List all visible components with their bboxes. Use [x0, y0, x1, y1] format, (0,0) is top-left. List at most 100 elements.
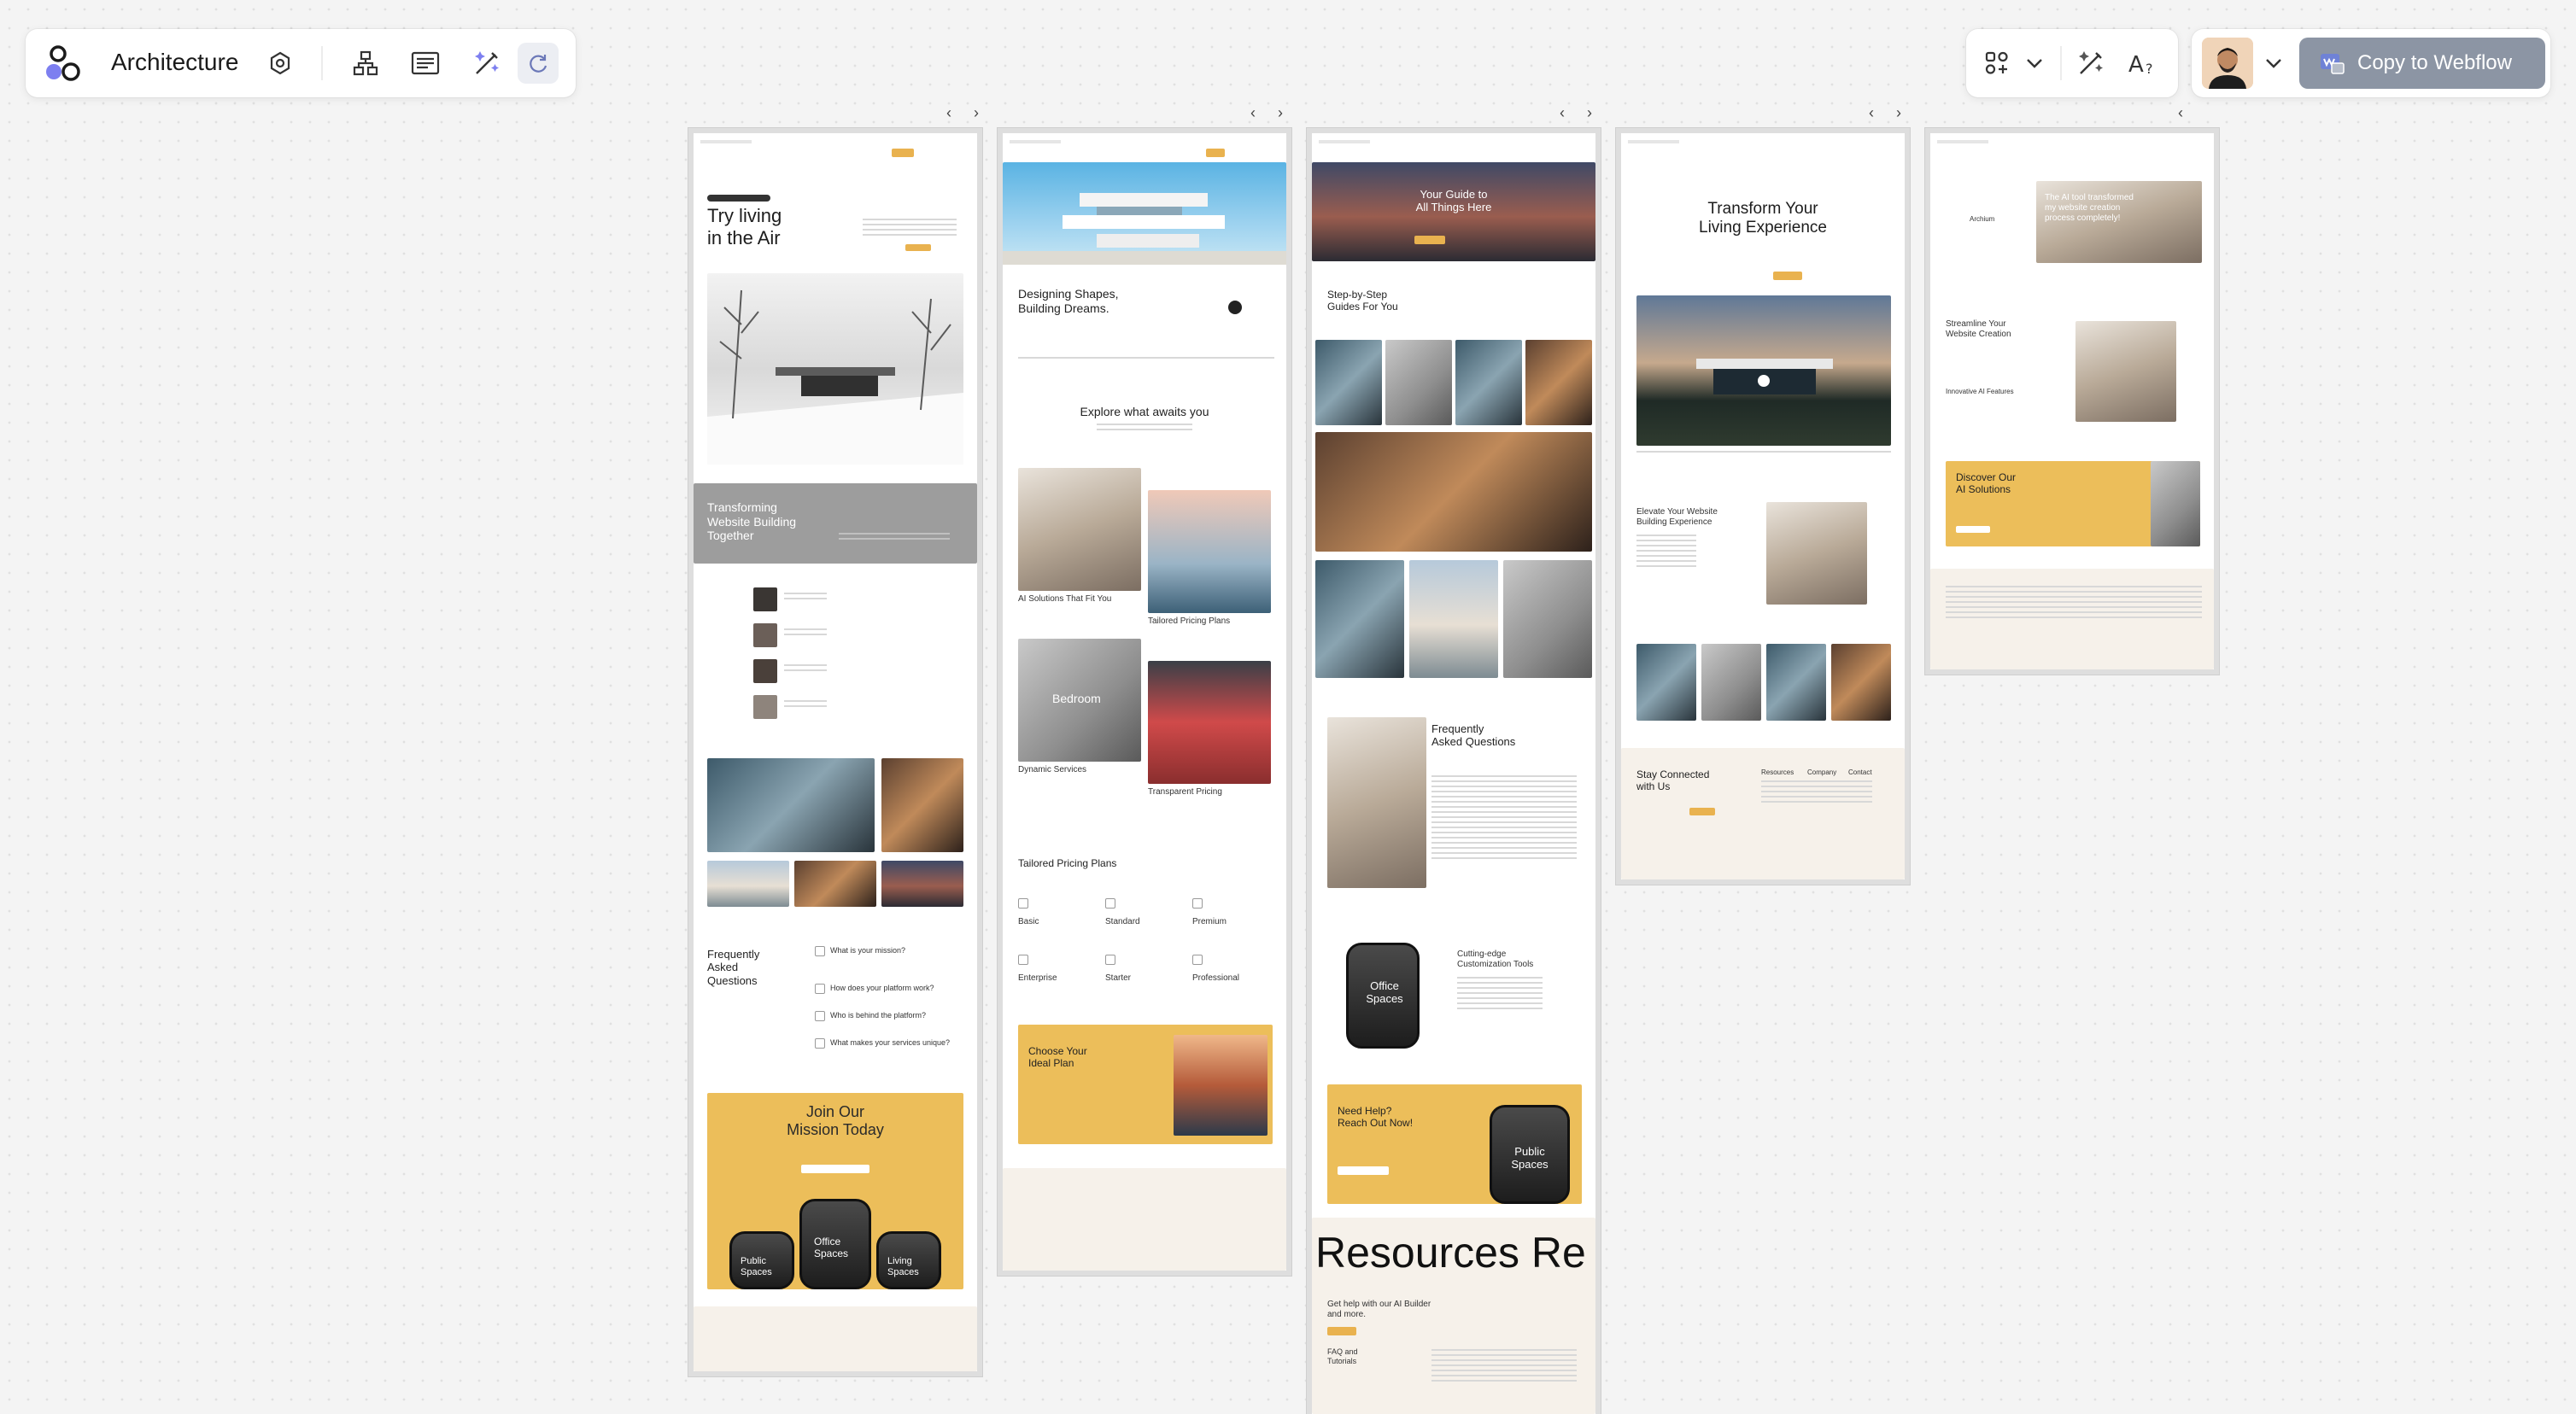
logo-strip [1636, 451, 1891, 456]
prev-arrow-icon[interactable]: ‹ [1247, 104, 1259, 125]
guides-title: Step-by-Step Guides For You [1327, 289, 1398, 313]
nav-cta-button[interactable] [1206, 149, 1225, 157]
plan-name[interactable]: Standard [1105, 917, 1140, 927]
plan-name[interactable]: Enterprise [1018, 973, 1057, 984]
faq-toggle-icon[interactable] [815, 1011, 825, 1021]
plan-icon [1105, 955, 1115, 965]
hero-button[interactable] [905, 244, 931, 251]
hero-title: Designing Shapes, Building Dreams. [1018, 287, 1119, 315]
help-input[interactable] [1338, 1166, 1389, 1175]
faq-list[interactable] [1431, 775, 1577, 861]
cta-input[interactable] [801, 1165, 869, 1173]
next-arrow-icon[interactable]: › [1893, 104, 1905, 125]
card-image [1148, 490, 1271, 613]
guide-image [1409, 560, 1498, 678]
help-title: Need Help? Reach Out Now! [1338, 1105, 1414, 1130]
frame-landing[interactable]: Transform Your Living Experience Elevate … [1621, 133, 1905, 879]
pricing-title: Tailored Pricing Plans [1018, 857, 1117, 869]
gallery-image [1766, 644, 1826, 721]
chevron-down-icon[interactable] [2257, 41, 2291, 85]
team-avatar [753, 587, 777, 611]
faq-toggle-icon[interactable] [815, 984, 825, 994]
copy-to-webflow-button[interactable]: Copy to Webflow [2299, 38, 2545, 89]
prev-arrow-icon[interactable]: ‹ [943, 104, 955, 125]
frame-home-1[interactable]: Try living in the Air Transforming Website… [694, 133, 977, 1371]
ai-style-icon[interactable] [2069, 41, 2113, 85]
frame4-nav-arrows: ‹ › [1865, 104, 1905, 125]
hero-title: Transform Your Living Experience [1699, 200, 1827, 237]
faq-toggle-icon[interactable] [815, 946, 825, 956]
prev-arrow-icon[interactable]: ‹ [1865, 104, 1877, 125]
font-ai-icon[interactable]: A? [2122, 41, 2166, 85]
card-image [1018, 468, 1141, 591]
svg-text:?: ? [2146, 61, 2153, 77]
app-logo-icon[interactable] [43, 43, 85, 85]
footer-links[interactable] [1946, 586, 2202, 620]
hero-image [1003, 162, 1286, 265]
resources-button[interactable] [1327, 1327, 1356, 1335]
guide-image [1525, 340, 1592, 425]
refresh-icon[interactable] [518, 43, 559, 84]
hero-button[interactable] [1773, 272, 1802, 280]
next-arrow-icon[interactable]: › [970, 104, 982, 125]
tools-title: Cutting-edge Customization Tools [1457, 949, 1534, 969]
hero-button[interactable] [1414, 236, 1445, 244]
project-title[interactable]: Architecture [111, 49, 238, 76]
phone-mockup: Public Spaces [729, 1231, 794, 1289]
plan-name[interactable]: Starter [1105, 973, 1131, 984]
cta-title: Join Our Mission Today [787, 1103, 884, 1139]
innovative-label: Innovative AI Features [1946, 388, 2014, 395]
frame-about[interactable]: Archium The AI tool transformed my websit… [1930, 133, 2214, 669]
footer-links[interactable] [1761, 780, 1872, 806]
faq-item[interactable]: What is your mission? [830, 946, 905, 955]
divider [2060, 46, 2062, 80]
user-avatar[interactable] [2202, 38, 2253, 89]
discover-input[interactable] [1956, 526, 1990, 533]
hero-text [863, 219, 957, 237]
footer-col-title: Resources [1761, 768, 1794, 776]
prev-arrow-icon[interactable]: ‹ [1556, 104, 1568, 125]
resources-heading: Resources Re [1315, 1229, 1586, 1277]
hero-title: Try living in the Air [707, 205, 782, 248]
faq-item[interactable]: What makes your services unique? [830, 1038, 950, 1048]
explore-title: Explore what awaits you [1080, 405, 1209, 418]
footer-links[interactable] [1431, 1349, 1577, 1383]
guide-image [1315, 560, 1404, 678]
frame5-nav-arrows: ‹ [2175, 104, 2187, 125]
card-image [1148, 661, 1271, 784]
resources-subtitle: Get help with our AI Builder and more. [1327, 1300, 1431, 1319]
copy-to-webflow-label: Copy to Webflow [2357, 51, 2512, 74]
settings-hexagon-icon[interactable] [258, 41, 302, 85]
hero-image [707, 273, 963, 465]
components-icon[interactable] [1975, 41, 2019, 85]
team-text [784, 664, 827, 671]
card-title[interactable]: AI Solutions That Fit You [1018, 594, 1111, 605]
plan-name[interactable]: Professional [1192, 973, 1239, 984]
footer [694, 1306, 977, 1371]
nav-cta-button[interactable] [892, 149, 914, 157]
card-title[interactable]: Tailored Pricing Plans [1148, 616, 1230, 627]
plan-name[interactable]: Basic [1018, 917, 1039, 927]
faq-item[interactable]: Who is behind the platform? [830, 1011, 926, 1020]
plan-name[interactable]: Premium [1192, 917, 1227, 927]
prev-arrow-icon[interactable]: ‹ [2175, 104, 2187, 125]
layout-icon[interactable] [403, 41, 448, 85]
next-arrow-icon[interactable]: › [1274, 104, 1286, 125]
streamline-title: Streamline Your Website Creation [1946, 319, 2011, 339]
faq-toggle-icon[interactable] [815, 1038, 825, 1049]
sitemap-icon[interactable] [343, 41, 388, 85]
card-title[interactable]: Transparent Pricing [1148, 787, 1222, 798]
subscribe-button[interactable] [1689, 808, 1715, 815]
faq-item[interactable]: How does your platform work? [830, 984, 934, 993]
hero-badge [707, 195, 770, 202]
frame-resources[interactable]: Your Guide to All Things Here Step-by-Ste… [1312, 133, 1595, 1414]
chevron-down-icon[interactable] [2017, 41, 2052, 85]
play-icon[interactable] [1228, 301, 1242, 314]
frame-topbar [1319, 140, 1370, 143]
ai-brush-icon[interactable] [465, 41, 509, 85]
frame-home-2[interactable]: Designing Shapes, Building Dreams. Explor… [1003, 133, 1286, 1271]
card-title[interactable]: Dynamic Services [1018, 765, 1086, 775]
next-arrow-icon[interactable]: › [1584, 104, 1595, 125]
project-toolbar: Architecture [26, 29, 576, 97]
frame2-nav-arrows: ‹ › [1247, 104, 1286, 125]
